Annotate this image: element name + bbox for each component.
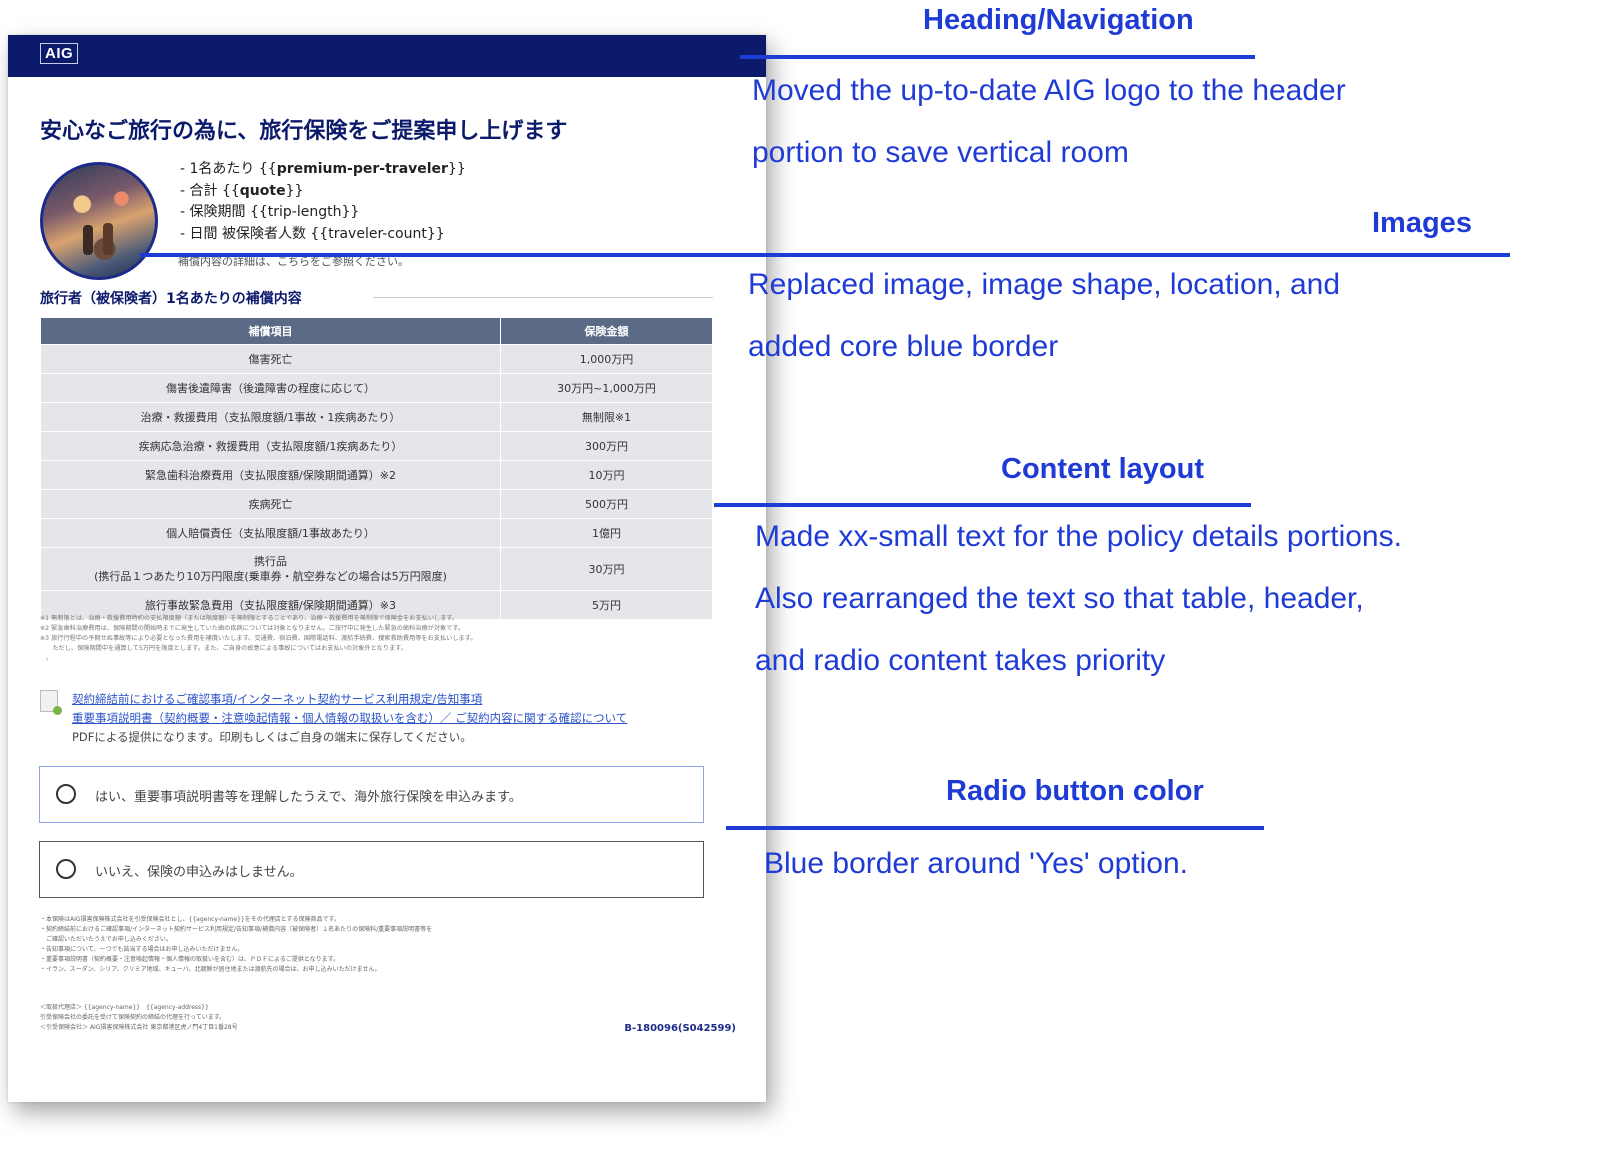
- table-row: 疾病応急治療・救援費用（支払限度額/1疾病あたり） 300万円: [40, 431, 713, 461]
- fine-print-line: ・重要事項説明書（契約概要・注意喚起情報・個人情報の取扱いを含む）は、ＰＤＦによ…: [40, 956, 340, 963]
- coverage-amount: 30万円: [500, 547, 713, 591]
- radio-label-no: いいえ、保険の申込みはしません。: [95, 865, 303, 880]
- fine-print-line: ・イラン、スーダン、シリア、クリミア地域、キューバ、北朝鮮が居住地または渡航先の…: [40, 966, 381, 973]
- bullet-travelers: - 日間 被保険者人数 {{traveler-count}}: [180, 225, 445, 242]
- coverage-item: 携行品 (携行品１つあたり10万円限度(乗車券・航空券などの場合は5万円限度): [40, 547, 501, 591]
- document-page: AIG 安心なご旅行の為に、旅行保険をご提案申し上げます - 1名あたり {{p…: [8, 35, 766, 1102]
- bullet-period: - 保険期間 {{trip-length}}: [180, 204, 360, 220]
- document-links: 契約締結前におけるご確認事項/インターネット契約サービス利用規定/告知事項 重要…: [72, 690, 627, 747]
- coverage-amount: 無制限※1: [500, 402, 713, 432]
- coverage-item: 傷害後遺障害（後遺障害の程度に応じて）: [40, 373, 501, 403]
- coverage-amount: 10万円: [500, 460, 713, 490]
- table-row: 緊急歯科治療費用（支払限度額/保険期間通算）※2 10万円: [40, 460, 713, 490]
- footnote: ※1 無制限とは、治療・救援費用特約の支払限度額（または限度額）を無制限とするこ…: [40, 615, 459, 622]
- aig-logo: AIG: [40, 43, 79, 64]
- agency-line: 引受保険会社の委託を受けて保険契約の締結の代理を行っています。: [40, 1014, 226, 1021]
- radio-button[interactable]: [56, 784, 76, 804]
- quote-summary: - 1名あたり {{premium-per-traveler}} - 合計 {{…: [180, 159, 466, 245]
- annotation-heading-navigation: Heading/Navigation: [923, 4, 1194, 36]
- annotation-heading-content-layout: Content layout: [1001, 453, 1204, 485]
- coverage-amount: 500万円: [500, 489, 713, 519]
- table-row: 傷害後遺障害（後遺障害の程度に応じて） 30万円~1,000万円: [40, 373, 713, 403]
- agency-line: ＜取扱代理店＞ {{agency-name}} {{agency-address…: [40, 1004, 209, 1011]
- fine-print-line: ・契約締結前におけるご確認事項/インターネット契約サービス利用規定/告知事項/補…: [40, 926, 433, 933]
- coverage-item: 疾病応急治療・救援費用（支払限度額/1疾病あたり）: [40, 431, 501, 461]
- coverage-amount: 1億円: [500, 518, 713, 548]
- radio-label-yes: はい、重要事項説明書等を理解したうえで、海外旅行保険を申込みます。: [95, 790, 522, 805]
- footnotes: ※1 無制限とは、治療・救援費用特約の支払限度額（または限度額）を無制限とするこ…: [40, 614, 715, 664]
- coverage-amount: 1,000万円: [500, 344, 713, 374]
- radio-button[interactable]: [56, 859, 76, 879]
- annotation-body-content-layout: Made xx-small text for the policy detail…: [755, 520, 1402, 677]
- annotation-rule: [740, 55, 1255, 59]
- fine-print-line: ご確認いただいたうえでお申し込みください。: [40, 936, 172, 943]
- column-header: 補償項目: [40, 317, 501, 345]
- fine-print-line: ・告知事項について、一つでも該当する場合はお申し込みいただけません。: [40, 946, 244, 953]
- page-title: 安心なご旅行の為に、旅行保険をご提案申し上げます: [40, 119, 568, 144]
- coverage-amount: 300万円: [500, 431, 713, 461]
- footnote: ※2 緊急歯科治療費用は、保険期間の開始時までに発生していた歯の疾病については対…: [40, 625, 465, 632]
- footnote: ただし、保険期間中を通算して5万円を限度とします。また、ご自身の故意による事故に…: [40, 645, 407, 652]
- fine-print: ・本保険はAIG損害保険株式会社を引受保険会社とし、{{agency-name}…: [40, 915, 640, 975]
- agency-line: ＜引受保険会社＞ AIG損害保険株式会社 東京都港区虎ノ門4丁目1番28号: [40, 1024, 238, 1031]
- footnote: 。: [40, 655, 53, 662]
- annotation-body-radio: Blue border around 'Yes' option.: [764, 847, 1188, 880]
- agency-info: ＜取扱代理店＞ {{agency-name}} {{agency-address…: [40, 1003, 440, 1033]
- table-row: 疾病死亡 500万円: [40, 489, 713, 519]
- coverage-table: 補償項目 保険金額 傷害死亡 1,000万円 傷害後遺障害（後遺障害の程度に応じて…: [40, 317, 713, 620]
- annotation-body-images: Replaced image, image shape, location, a…: [748, 268, 1341, 363]
- radio-option-yes[interactable]: はい、重要事項説明書等を理解したうえで、海外旅行保険を申込みます。: [39, 766, 704, 823]
- coverage-amount: 30万円~1,000万円: [500, 373, 713, 403]
- annotation-body-navigation: Moved the up-to-date AIG logo to the hea…: [752, 74, 1346, 169]
- footnote: ※3 旅行行程中の予期せぬ事故等により必要となった費用を補償いたします。交通費、…: [40, 635, 477, 642]
- table-row: 傷害死亡 1,000万円: [40, 344, 713, 374]
- column-header: 保険金額: [500, 317, 713, 345]
- coverage-item: 治療・救援費用（支払限度額/1事故・1疾病あたり）: [40, 402, 501, 432]
- annotation-rule: [726, 826, 1264, 830]
- coverage-item: 緊急歯科治療費用（支払限度額/保険期間通算）※2: [40, 460, 501, 490]
- table-row: 個人賠償責任（支払限度額/1事故あたり） 1億円: [40, 518, 713, 548]
- bullet-total: - 合計 {{quote}}: [180, 182, 304, 199]
- coverage-item: 個人賠償責任（支払限度額/1事故あたり）: [40, 518, 501, 548]
- coverage-section-title: 旅行者（被保険者）1名あたりの補償内容: [40, 291, 302, 307]
- pre-contract-link[interactable]: 契約締結前におけるご確認事項/インターネット契約サービス利用規定/告知事項: [72, 690, 627, 709]
- annotation-heading-images: Images: [1372, 207, 1472, 239]
- coverage-item: 疾病死亡: [40, 489, 501, 519]
- table-row: 治療・救援費用（支払限度額/1事故・1疾病あたり） 無制限※1: [40, 402, 713, 432]
- table-row: 携行品 (携行品１つあたり10万円限度(乗車券・航空券などの場合は5万円限度) 3…: [40, 547, 713, 591]
- document-code: B-180096(S042599): [624, 1023, 736, 1034]
- page-header: AIG: [8, 35, 766, 77]
- section-divider: [373, 297, 713, 298]
- important-matters-link[interactable]: 重要事項説明書（契約概要・注意喚起情報・個人情報の取扱いを含む）／ ご契約内容に…: [72, 709, 627, 728]
- travel-photo: [40, 162, 158, 280]
- pdf-document-icon: [40, 690, 62, 715]
- pdf-note: PDFによる提供になります。印刷もしくはご自身の端末に保存してください。: [72, 730, 472, 744]
- bullet-premium: - 1名あたり {{premium-per-traveler}}: [180, 161, 466, 177]
- fine-print-line: ・本保険はAIG損害保険株式会社を引受保険会社とし、{{agency-name}…: [40, 916, 340, 923]
- radio-option-no[interactable]: いいえ、保険の申込みはしません。: [39, 841, 704, 898]
- coverage-item: 傷害死亡: [40, 344, 501, 374]
- annotation-heading-radio: Radio button color: [946, 775, 1204, 807]
